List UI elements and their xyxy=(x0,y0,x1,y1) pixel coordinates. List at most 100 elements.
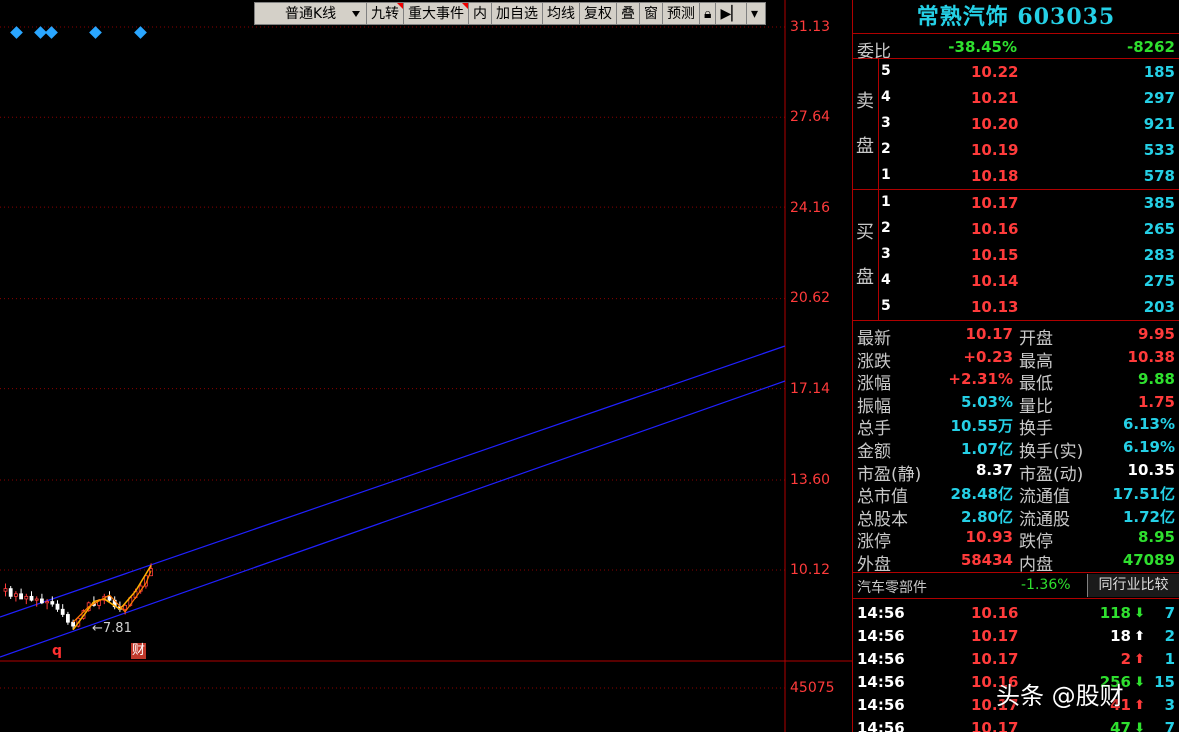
stock-title: 常熟汽饰 603035 xyxy=(853,0,1179,34)
channel-upper-line xyxy=(0,345,786,618)
sell-level-row[interactable]: 4 10.21 297 xyxy=(853,85,1179,111)
quote-row: 最新 10.17 开盘 9.95 xyxy=(853,323,1179,349)
level-price: 10.22 xyxy=(971,63,1019,81)
quote-value: 10.93 xyxy=(965,528,1013,547)
level-quantity: 297 xyxy=(1143,89,1175,107)
lock-icon[interactable]: 🔒︎ xyxy=(700,3,717,24)
low-price-label: ←7.81 xyxy=(92,621,132,636)
quote-value: 58434 xyxy=(960,550,1013,569)
industry-compare-button[interactable]: 同行业比较 xyxy=(1087,573,1179,597)
level-number: 1 xyxy=(881,167,891,183)
level-number: 4 xyxy=(881,89,891,105)
arrow-up-icon: ⬆︎ xyxy=(1134,628,1145,644)
level-price: 10.15 xyxy=(971,246,1019,264)
window-button[interactable]: 窗 xyxy=(640,3,663,24)
arrow-down-icon: ⬇︎ xyxy=(1134,674,1145,690)
quote-value: 28.48亿 xyxy=(950,485,1013,504)
candle-body xyxy=(40,598,44,604)
add-watchlist-button[interactable]: 加自选 xyxy=(492,3,543,24)
more-dropdown-icon[interactable]: ▾ xyxy=(747,3,765,24)
sector-name[interactable]: 汽车零部件 xyxy=(857,577,927,597)
order-ratio-row: 委比 -38.45% -8262 xyxy=(853,34,1179,62)
quote-value: +0.23 xyxy=(963,347,1013,366)
buy-level-row[interactable]: 1 10.17 385 xyxy=(853,190,1179,216)
quote-stats: 最新 10.17 开盘 9.95 涨跌 +0.23 最高 10.38 涨幅 +2.31% 最低 9.8… xyxy=(853,321,1179,575)
buy-level-row[interactable]: 5 10.13 203 xyxy=(853,294,1179,320)
quote-value: 1.72亿 xyxy=(1122,507,1175,526)
quote-row: 金额 1.07亿 换手(实) 6.19% xyxy=(853,436,1179,462)
tick-count: 3 xyxy=(1164,695,1175,714)
level-quantity: 185 xyxy=(1143,63,1175,81)
level-number: 2 xyxy=(881,220,891,236)
quote-value: 6.13% xyxy=(1122,415,1175,434)
candle-body xyxy=(19,593,24,600)
sell-level-row[interactable]: 1 10.18 578 xyxy=(853,163,1179,189)
tick-list[interactable]: 14:56 10.16 118 ⬇︎ 7 14:56 10.17 18 ⬆︎ 2 14:56 10.1… xyxy=(853,599,1179,732)
kline-type-select[interactable]: 普通K线 xyxy=(255,3,367,24)
level-price: 10.21 xyxy=(971,89,1019,107)
price-axis-label: 13.60 xyxy=(790,472,831,488)
level-price: 10.19 xyxy=(971,141,1019,159)
sell-level-row[interactable]: 5 10.22 185 xyxy=(853,59,1179,85)
tick-count: 2 xyxy=(1164,626,1175,645)
price-axis-label: 31.13 xyxy=(790,19,831,35)
level-quantity: 385 xyxy=(1143,194,1175,212)
candle-body xyxy=(3,588,8,592)
tick-count: 7 xyxy=(1164,603,1175,622)
price-axis-label: 27.64 xyxy=(790,109,831,125)
quote-value: 9.88 xyxy=(1137,370,1175,389)
sell-level-row[interactable]: 2 10.19 533 xyxy=(853,137,1179,163)
skip-forward-icon[interactable]: ▶▏ xyxy=(716,3,747,24)
overlay-button[interactable]: 叠 xyxy=(617,3,640,24)
quote-value: +2.31% xyxy=(948,370,1013,389)
tick-count: 7 xyxy=(1164,718,1175,732)
candle-body xyxy=(45,601,49,604)
buy-level-row[interactable]: 4 10.14 275 xyxy=(853,268,1179,294)
tick-time: 14:56 xyxy=(857,718,905,732)
buy-level-row[interactable]: 2 10.16 265 xyxy=(853,216,1179,242)
tick-count: 15 xyxy=(1154,672,1175,691)
price-axis-label: 20.62 xyxy=(790,290,831,306)
tick-time: 14:56 xyxy=(857,603,905,622)
quote-value: 10.17 xyxy=(965,325,1013,343)
level-quantity: 275 xyxy=(1143,272,1175,290)
buy-level-row[interactable]: 3 10.15 283 xyxy=(853,242,1179,268)
price-adjust-button[interactable]: 复权 xyxy=(580,3,617,24)
buy-book: 买 盘 1 10.17 385 2 10.16 265 3 10.15 283 4 10.14 275… xyxy=(853,190,1179,321)
level-quantity: 921 xyxy=(1143,115,1175,133)
moving-average-button[interactable]: 均线 xyxy=(543,3,580,24)
kline-chart[interactable]: 31.13 27.64 24.16 20.62 17.14 13.60 10.1… xyxy=(0,0,852,732)
quote-row: 外盘 58434 内盘 47089 xyxy=(853,549,1179,575)
quote-label: 外盘 xyxy=(857,554,891,575)
level-number: 2 xyxy=(881,141,891,157)
tick-price: 10.17 xyxy=(971,626,1019,645)
candle-body xyxy=(13,593,18,597)
order-ratio-pct: -38.45% xyxy=(948,38,1017,56)
quote-value: 10.38 xyxy=(1127,347,1175,366)
event-q-marker[interactable]: q xyxy=(52,643,62,659)
sell-book: 卖 盘 5 10.22 185 4 10.21 297 3 10.20 921 2 10.19 533… xyxy=(853,59,1179,190)
channel-lower-line xyxy=(0,380,786,658)
nine-turn-button[interactable]: 九转 xyxy=(367,3,404,24)
tick-price: 10.16 xyxy=(971,603,1019,622)
arrow-down-icon: ⬇︎ xyxy=(1134,605,1145,621)
inner-button[interactable]: 内 xyxy=(469,3,492,24)
quote-value: 8.37 xyxy=(975,460,1013,479)
price-axis-label: 24.16 xyxy=(790,200,831,216)
level-quantity: 578 xyxy=(1143,167,1175,185)
financial-report-marker[interactable]: 财 xyxy=(131,643,147,659)
candle-body xyxy=(123,605,127,610)
price-axis-label: 10.12 xyxy=(790,562,831,578)
major-events-button[interactable]: 重大事件 xyxy=(404,3,469,24)
level-price: 10.13 xyxy=(971,298,1019,316)
tick-count: 1 xyxy=(1164,649,1175,668)
quote-value: 2.80亿 xyxy=(960,507,1013,526)
candle-body xyxy=(60,608,65,615)
level-number: 5 xyxy=(881,63,891,79)
forecast-button[interactable]: 预测 xyxy=(663,3,700,24)
quote-value: 8.95 xyxy=(1137,528,1175,547)
sell-level-row[interactable]: 3 10.20 921 xyxy=(853,111,1179,137)
level-price: 10.14 xyxy=(971,272,1019,290)
candle-body xyxy=(24,595,29,600)
tick-price: 10.17 xyxy=(971,649,1019,668)
